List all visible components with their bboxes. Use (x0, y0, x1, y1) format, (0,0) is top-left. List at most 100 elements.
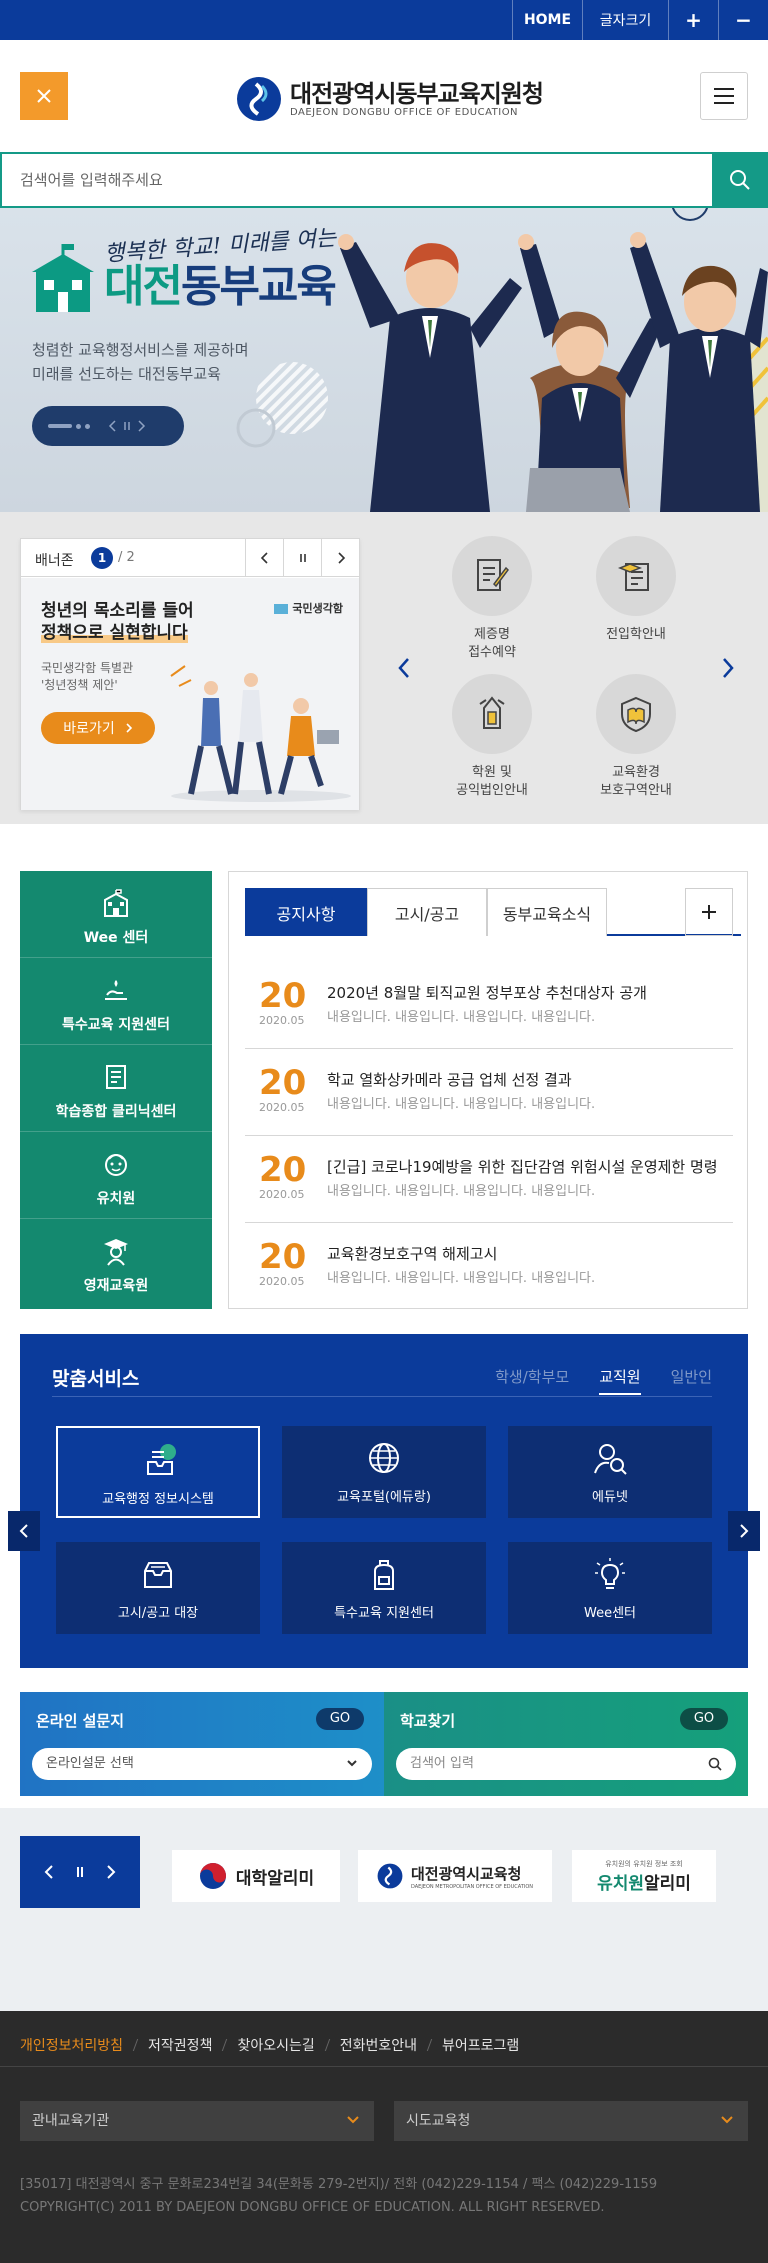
notice-content: 내용입니다. 내용입니다. 내용입니다. 내용입니다. (327, 1271, 596, 1286)
site-logo[interactable]: 대전광역시동부교육지원청 DAEJEON DONGBU OFFICE OF ED… (236, 74, 556, 124)
link-kindergarten-alimi[interactable]: 유치원의 유치원 정보 조회 유치원알리미 (572, 1850, 716, 1902)
banner-next-button[interactable] (321, 539, 359, 577)
service-special-edu[interactable]: 특수교육 지원센터 (282, 1542, 486, 1634)
quick-item-academy[interactable]: 학원 및 공익법인안내 (432, 674, 552, 800)
notice-title: 학교 열화상카메라 공급 업체 선정 결과 (327, 1071, 572, 1089)
quick-next-button[interactable] (716, 650, 740, 686)
link-university-alimi[interactable]: 대학알리미 (172, 1850, 340, 1902)
footer-divider (0, 2066, 768, 2067)
pause-icon[interactable] (75, 1865, 85, 1879)
footer-link-viewer[interactable]: 뷰어프로그램 (442, 2035, 519, 2055)
notice-item[interactable]: 20 2020.05 교육환경보호구역 해제고시 내용입니다. 내용입니다. 내… (245, 1223, 733, 1310)
school-search-input[interactable]: 검색어 입력 (396, 1748, 736, 1780)
footer-select-provincial[interactable]: 시도교육청 (394, 2101, 748, 2141)
search-button[interactable] (712, 152, 768, 208)
service-wee-center[interactable]: Wee센터 (508, 1542, 712, 1634)
tab-dongbu-news[interactable]: 동부교육소식 (487, 888, 607, 936)
pause-icon[interactable] (122, 420, 132, 432)
survey-select[interactable]: 온라인설문 선택 (32, 1748, 372, 1780)
chevron-left-icon[interactable] (44, 1865, 54, 1879)
hero-brand-part1: 대전 (104, 261, 183, 312)
students-illustration (338, 232, 768, 512)
notice-day: 20 (259, 1063, 307, 1103)
services-next-button[interactable] (728, 1511, 760, 1551)
tab-notice[interactable]: 공지사항 (245, 888, 367, 936)
sidebar-item-gifted-edu[interactable]: 영재교육원 (20, 1219, 212, 1306)
sidebar-item-learning-clinic[interactable]: 학습종합 클리닉센터 (20, 1045, 212, 1132)
banner-slide[interactable]: 청년의 목소리를 들어 정책으로 실현합니다 국민생각함 국민생각함 특별관 '… (21, 578, 359, 810)
footer-link-copyright[interactable]: 저작권정책 (148, 2035, 212, 2055)
home-link[interactable]: HOME (512, 0, 582, 40)
notice-item[interactable]: 20 2020.05 [긴급] 코로나19예방을 위한 집단감염 위험시설 운영… (245, 1136, 733, 1223)
banner-subtext: 국민생각함 특별관 '청년정책 제안' (41, 660, 133, 694)
tab-student-parent[interactable]: 학생/학부모 (495, 1366, 569, 1395)
chevron-right-icon (126, 723, 132, 733)
footer-link-phone[interactable]: 전화번호안내 (340, 2035, 417, 2055)
book-icon (106, 1065, 126, 1089)
link-sublabel: 유치원의 유치원 정보 조회 (605, 1859, 683, 1868)
notice-item[interactable]: 20 2020.05 2020년 8월말 퇴직교원 정부포상 추천대상자 공개 … (245, 962, 733, 1049)
footer-select-institutions[interactable]: 관내교육기관 (20, 2101, 374, 2141)
school-go-button[interactable]: GO (680, 1708, 728, 1730)
lightbulb-icon (595, 1558, 625, 1589)
graduation-scroll-icon (617, 563, 649, 591)
hero-banner: 행복한 학교! 미래를 여는 대전 동부교육 청렴한 교육행정서비스를 제공하며 … (0, 208, 768, 512)
banner-pause-button[interactable] (283, 539, 321, 577)
footer-link-privacy[interactable]: 개인정보처리방침 (20, 2035, 123, 2055)
plus-icon (702, 905, 716, 919)
search-input[interactable]: 검색어를 입력해주세요 (20, 169, 163, 190)
font-decrease-button[interactable]: − (718, 0, 768, 40)
sidebar-item-kindergarten[interactable]: 유치원 (20, 1132, 212, 1219)
hero-slide-controls (32, 406, 184, 446)
logo-title: 대전광역시동부교육지원청 (290, 79, 544, 108)
notice-more-button[interactable] (685, 888, 733, 936)
taegeuk-logo-icon (199, 1863, 226, 1889)
footer-spacer (0, 1916, 768, 2011)
notice-date: 2020.05 (259, 1188, 305, 1201)
quick-item-edu-environment[interactable]: 교육환경 보호구역안내 (576, 674, 696, 800)
sidebar-item-wee-center[interactable]: Wee 센터 (20, 871, 212, 958)
quick-prev-button[interactable] (392, 650, 416, 686)
slide-indicator[interactable] (76, 423, 81, 429)
service-edu-portal[interactable]: 교육포털(에듀랑) (282, 1426, 486, 1518)
tab-staff[interactable]: 교직원 (599, 1366, 641, 1395)
service-edunet[interactable]: 에듀넷 (508, 1426, 712, 1518)
link-daejeon-office[interactable]: 대전광역시교육청 DAEJEON METROPOLITAN OFFICE OF … (358, 1850, 552, 1902)
chevron-right-icon[interactable] (136, 420, 146, 432)
custom-services: 맞춤서비스 학생/학부모 교직원 일반인 교육행정 정보시스템 교육포털(에듀랑… (20, 1334, 748, 1668)
quick-item-transfer[interactable]: 전입학안내 (576, 536, 696, 644)
sidebar-item-label: 영재교육원 (83, 1278, 149, 1294)
quick-item-certificate[interactable]: 제증명 접수예약 (432, 536, 552, 662)
banner-current-number: 1 (91, 547, 113, 569)
banner-go-button[interactable]: 바로가기 (41, 712, 155, 744)
link-label: 대전광역시교육청 (410, 1864, 522, 1883)
chevron-left-icon[interactable] (108, 420, 118, 432)
banner-prev-button[interactable] (245, 539, 283, 577)
chevron-down-icon (721, 2116, 733, 2124)
service-neis[interactable]: 교육행정 정보시스템 (56, 1426, 260, 1518)
tab-general[interactable]: 일반인 (671, 1366, 712, 1395)
sidebar-item-label: Wee 센터 (83, 930, 149, 946)
service-notice-ledger[interactable]: 고시/공고 대장 (56, 1542, 260, 1634)
notice-board: 공지사항 고시/공고 동부교육소식 20 2020.05 2020년 8월말 퇴… (228, 871, 748, 1309)
pause-icon (299, 554, 306, 562)
tab-announcement[interactable]: 고시/공고 (367, 888, 487, 936)
chevron-left-icon (19, 1524, 28, 1538)
survey-title: 온라인 설문지 (36, 1712, 125, 1730)
sidebar-item-special-edu[interactable]: 특수교육 지원센터 (20, 958, 212, 1045)
notice-item[interactable]: 20 2020.05 학교 열화상카메라 공급 업체 선정 결과 내용입니다. … (245, 1049, 733, 1136)
survey-go-button[interactable]: GO (316, 1708, 364, 1730)
chevron-left-icon (398, 658, 409, 678)
font-increase-button[interactable]: + (668, 0, 718, 40)
menu-button[interactable] (700, 72, 748, 120)
close-menu-button[interactable] (20, 72, 68, 120)
services-prev-button[interactable] (8, 1511, 40, 1551)
school-finder-box: 학교찾기 GO 검색어 입력 (384, 1692, 748, 1796)
links-controls (20, 1836, 140, 1908)
link-label: 대학알리미 (235, 1868, 315, 1889)
chevron-right-icon[interactable] (106, 1865, 116, 1879)
footer-link-directions[interactable]: 찾아오시는길 (237, 2035, 314, 2055)
slide-indicator-active[interactable] (48, 424, 72, 428)
slide-indicator[interactable] (85, 423, 90, 429)
service-label: 에듀넷 (592, 1490, 628, 1505)
